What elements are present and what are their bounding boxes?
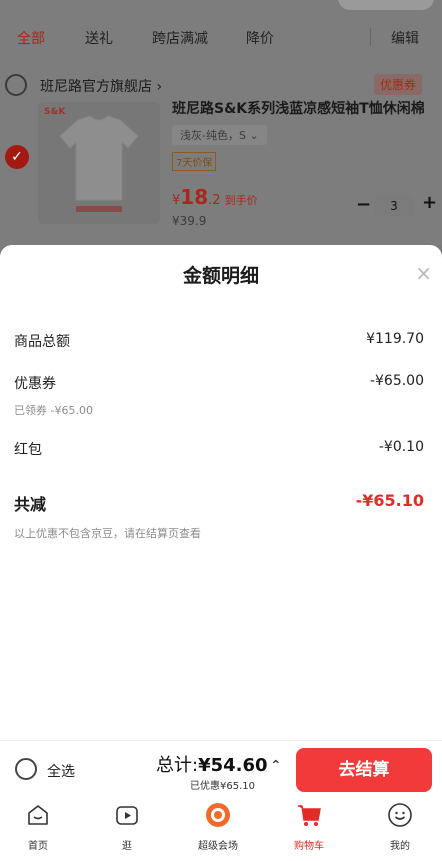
nav-profile[interactable]: 我的 — [370, 802, 430, 852]
goods-total-value: ¥119.70 — [366, 331, 424, 347]
checkout-bar: 全选 总计:¥54.60 已优惠¥65.10 ⌃ 去结算 — [0, 740, 442, 798]
quantity-minus-button[interactable]: − — [356, 194, 371, 215]
coupon-note: 已领券 -¥65.00 — [14, 404, 93, 417]
tshirt-image: S&K — [44, 107, 139, 212]
select-all-radio[interactable] — [15, 758, 37, 780]
product-image-brand: S&K — [44, 107, 66, 117]
nav-super-venue-label: 超级会场 — [198, 841, 238, 852]
original-price: ¥39.9 — [172, 214, 207, 228]
tab-cross-store-discount[interactable]: 跨店满减 — [152, 28, 208, 48]
nav-browse-label: 逛 — [122, 841, 132, 852]
price-guarantee-badge: 7天价保 — [172, 152, 217, 171]
product-name[interactable]: 班尼路S&K系列浅蓝凉感短袖T恤休闲棉 — [172, 98, 442, 118]
total-prefix: 总计: — [156, 755, 199, 776]
total-amount-value: ¥54.60 — [198, 755, 268, 776]
nav-home[interactable]: 首页 — [8, 802, 68, 852]
store-coupon-button[interactable]: 优惠券 — [373, 74, 422, 95]
tab-gift[interactable]: 送礼 — [85, 28, 113, 48]
coupon-label: 优惠券 — [14, 376, 56, 392]
video-icon — [116, 806, 138, 825]
checkout-button[interactable]: 去结算 — [296, 748, 432, 792]
total-reduction-label: 共减 — [14, 495, 47, 514]
red-packet-value: -¥0.10 — [378, 439, 424, 455]
store-row: 班尼路官方旗舰店 › 优惠券 — [0, 70, 442, 100]
chevron-up-icon[interactable]: ⌃ — [270, 758, 282, 774]
nav-super-venue[interactable]: 超级会场 — [188, 802, 248, 852]
cart-background: 全部 送礼 跨店满减 降价 编辑 班尼路官方旗舰店 › 优惠券 ✓ S&K 班尼… — [0, 0, 442, 245]
quantity-plus-button[interactable]: + — [422, 192, 437, 213]
tab-all[interactable]: 全部 — [17, 28, 45, 48]
home-icon — [28, 805, 48, 825]
nav-cart-label: 购物车 — [294, 841, 324, 852]
total-reduction-value: -¥65.10 — [355, 491, 424, 510]
sheet-footnote: 以上优惠不包含京豆，请在结算页查看 — [14, 527, 201, 540]
product-price: ¥18.2 到手价 — [172, 185, 258, 209]
cart-icon — [298, 805, 321, 826]
coupon-value: -¥65.00 — [369, 373, 424, 389]
tab-price-drop[interactable]: 降价 — [246, 28, 274, 48]
product-image[interactable]: S&K — [38, 102, 160, 224]
quantity-input[interactable]: 3 — [375, 195, 413, 217]
store-select-radio[interactable] — [5, 74, 27, 96]
price-integer: 18 — [180, 185, 209, 209]
sheet-title: 金额明细 — [182, 265, 259, 287]
profile-icon — [388, 803, 412, 827]
product-selected-check-icon[interactable]: ✓ — [5, 145, 29, 169]
select-all-label[interactable]: 全选 — [47, 761, 75, 781]
nav-profile-label: 我的 — [390, 841, 410, 852]
quantity-stepper: − 3 + — [352, 192, 437, 218]
close-icon[interactable]: × — [415, 261, 432, 285]
nav-home-label: 首页 — [28, 841, 48, 852]
total-amount: 总计:¥54.60 — [156, 751, 268, 777]
top-right-pill — [338, 0, 434, 10]
nav-cart[interactable]: 购物车 — [279, 802, 339, 852]
super-venue-icon — [206, 803, 230, 827]
edit-button[interactable]: 编辑 — [391, 28, 419, 48]
goods-total-label: 商品总额 — [14, 334, 70, 350]
bottom-nav: 首页 逛 超级会场 购物车 我的 — [0, 798, 442, 861]
store-name-link[interactable]: 班尼路官方旗舰店 › — [40, 76, 162, 96]
tab-divider — [370, 28, 371, 46]
amount-details-sheet: 金额明细 × 商品总额 ¥119.70 优惠券 -¥65.00 已领券 -¥65… — [0, 245, 442, 740]
red-packet-label: 红包 — [14, 442, 42, 458]
sku-selector[interactable]: 浅灰-纯色，S ⌄ — [172, 125, 267, 145]
price-suffix: 到手价 — [224, 194, 258, 207]
cart-tabs: 全部 送礼 跨店满减 降价 编辑 — [0, 28, 442, 48]
nav-browse[interactable]: 逛 — [97, 802, 157, 852]
discount-note: 已优惠¥65.10 — [190, 781, 255, 792]
price-decimal: .2 — [208, 193, 221, 208]
